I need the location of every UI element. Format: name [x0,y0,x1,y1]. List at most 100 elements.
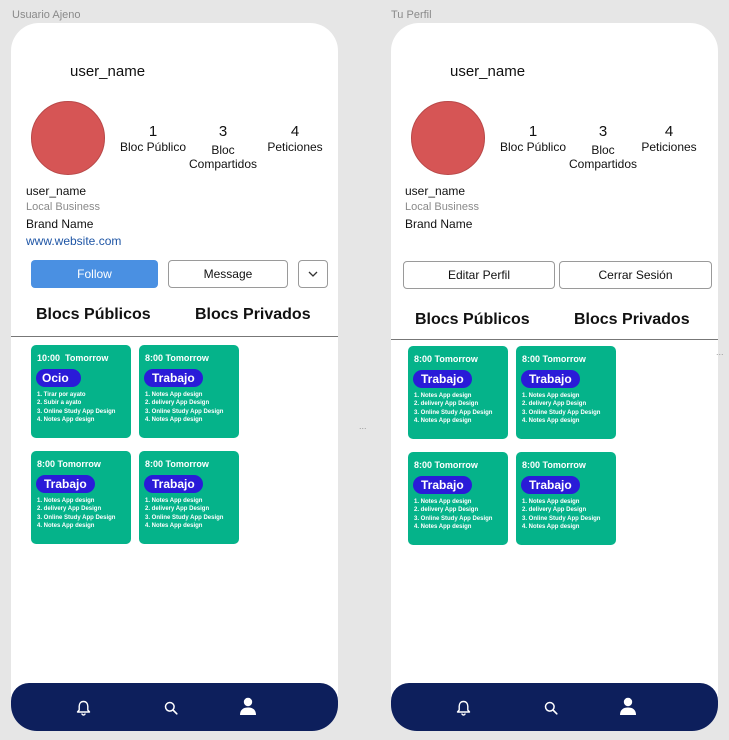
bloc-card[interactable]: 10:00 Tomorrow Ocio 1. Tirar por ayato 2… [31,345,131,438]
card-item: 3. Online Study App Design [414,409,493,416]
frame-label-left: Usuario Ajeno [12,9,81,21]
card-item: 1. Notes App design [145,498,203,504]
search-icon [544,701,558,715]
card-items: 1. Tirar por ayato 2. Subir a ayato 3. O… [37,391,115,425]
card-item: 3. Online Study App Design [522,409,601,416]
user-icon [620,697,636,715]
tabs-divider [11,336,338,337]
frame-label-right: Tu Perfil [391,9,432,21]
stat-shared-label-1: Bloc [211,143,235,157]
card-items: 1. Notes App design 2. delivery App Desi… [145,391,223,425]
chevron-down-icon [308,271,318,277]
card-day: Tomorrow [434,354,478,364]
profile-website-link[interactable]: www.website.com [26,234,121,248]
stat-public[interactable]: 1 Bloc Público [115,123,191,154]
card-item: 4. Notes App design [145,523,203,530]
card-item: 3. Online Study App Design [37,514,116,521]
bloc-card[interactable]: 8:00 Tomorrow Trabajo 1. Notes App desig… [408,452,508,545]
card-day: Tomorrow [65,353,109,363]
profile-brand: Brand Name [26,217,94,231]
nav-notifications[interactable] [73,698,93,718]
nav-notifications[interactable] [453,698,473,718]
card-tag: Trabajo [413,370,472,388]
stat-shared-label-2: Compartidos [188,157,258,171]
nav-search[interactable] [541,698,561,718]
card-item: 4. Notes App design [414,418,472,425]
nav-profile[interactable] [238,696,258,716]
card-time: 8:00 [145,353,164,363]
card-day: Tomorrow [165,459,209,469]
user-icon [240,697,256,715]
card-item: 2. delivery App Design [145,400,210,407]
stat-public[interactable]: 1 Bloc Público [495,123,571,154]
stat-requests-value: 4 [290,123,300,140]
tab-public-blocs[interactable]: Blocs Públicos [36,306,151,324]
bloc-card[interactable]: 8:00 Tomorrow Trabajo 1. Notes App desig… [139,345,239,438]
card-items: 1. Notes App design 2. delivery App Desi… [522,392,600,426]
card-day: Tomorrow [165,353,209,363]
card-items: 1. Notes App design 2. delivery App Desi… [37,497,115,531]
card-item: 3. Online Study App Design [37,408,116,415]
bloc-card[interactable]: 8:00 Tomorrow Trabajo 1. Notes App desig… [31,451,131,544]
bloc-card[interactable]: 8:00 Tomorrow Trabajo 1. Notes App desig… [516,452,616,545]
profile-name: user_name [405,184,466,198]
stat-shared-label-2: Compartidos [568,157,638,171]
card-items: 1. Notes App design 2. delivery App Desi… [414,498,492,532]
stat-public-label: Bloc Público [119,140,187,154]
stat-shared-label-1: Bloc [591,143,615,157]
card-header: 8:00 Tomorrow [522,460,586,470]
card-item: 2. delivery App Design [37,506,102,513]
tab-private-blocs[interactable]: Blocs Privados [574,311,690,329]
profile-name: user_name [26,184,87,198]
card-item: 2. delivery App Design [522,401,587,408]
stat-public-value: 1 [148,123,158,140]
bloc-card[interactable]: 8:00 Tomorrow Trabajo 1. Notes App desig… [516,346,616,439]
nav-profile[interactable] [618,696,638,716]
card-day: Tomorrow [434,460,478,470]
logout-button[interactable]: Cerrar Sesión [559,261,712,289]
card-time: 8:00 [37,459,56,469]
card-item: 3. Online Study App Design [145,408,224,415]
card-header: 8:00 Tomorrow [37,459,101,469]
nav-search[interactable] [161,698,181,718]
stat-shared[interactable]: 3 Bloc Compartidos [188,123,258,171]
stat-requests-value: 4 [664,123,674,140]
card-item: 3. Online Study App Design [145,514,224,521]
card-item: 2. delivery App Design [414,507,479,514]
card-header: 10:00 Tomorrow [37,353,108,363]
card-item: 3. Online Study App Design [414,515,493,522]
card-time: 8:00 [522,460,541,470]
card-tag: Trabajo [144,475,203,493]
avatar[interactable] [411,101,485,175]
stat-requests[interactable]: 4 Peticiones [636,123,702,154]
stat-public-label: Bloc Público [499,140,567,154]
more-options-button[interactable] [298,260,328,288]
edit-profile-button[interactable]: Editar Perfil [403,261,555,289]
card-header: 8:00 Tomorrow [414,354,478,364]
header-username: user_name [450,63,526,80]
card-time: 8:00 [145,459,164,469]
card-item: 1. Tirar por ayato [37,392,86,398]
phone-own-profile: user_name 1 Bloc Público 3 Bloc Comparti… [391,23,718,731]
tab-public-blocs[interactable]: Blocs Públicos [415,311,530,329]
card-item: 2. delivery App Design [522,507,587,514]
stat-public-value: 1 [528,123,538,140]
message-button[interactable]: Message [168,260,288,288]
tab-private-blocs[interactable]: Blocs Privados [195,306,311,324]
card-tag: Trabajo [413,476,472,494]
overflow-dots: ... [359,421,367,431]
card-tag: Ocio [36,369,81,387]
avatar[interactable] [31,101,105,175]
bloc-card[interactable]: 8:00 Tomorrow Trabajo 1. Notes App desig… [408,346,508,439]
bloc-card[interactable]: 8:00 Tomorrow Trabajo 1. Notes App desig… [139,451,239,544]
card-day: Tomorrow [542,354,586,364]
stat-requests[interactable]: 4 Peticiones [262,123,328,154]
card-item: 1. Notes App design [145,392,203,398]
profile-category: Local Business [26,201,100,213]
stat-requests-label: Peticiones [641,140,697,154]
stat-shared[interactable]: 3 Bloc Compartidos [568,123,638,171]
follow-button[interactable]: Follow [31,260,158,288]
card-item: 2. delivery App Design [145,506,210,513]
card-item: 4. Notes App design [522,418,580,425]
bell-icon [76,700,90,716]
